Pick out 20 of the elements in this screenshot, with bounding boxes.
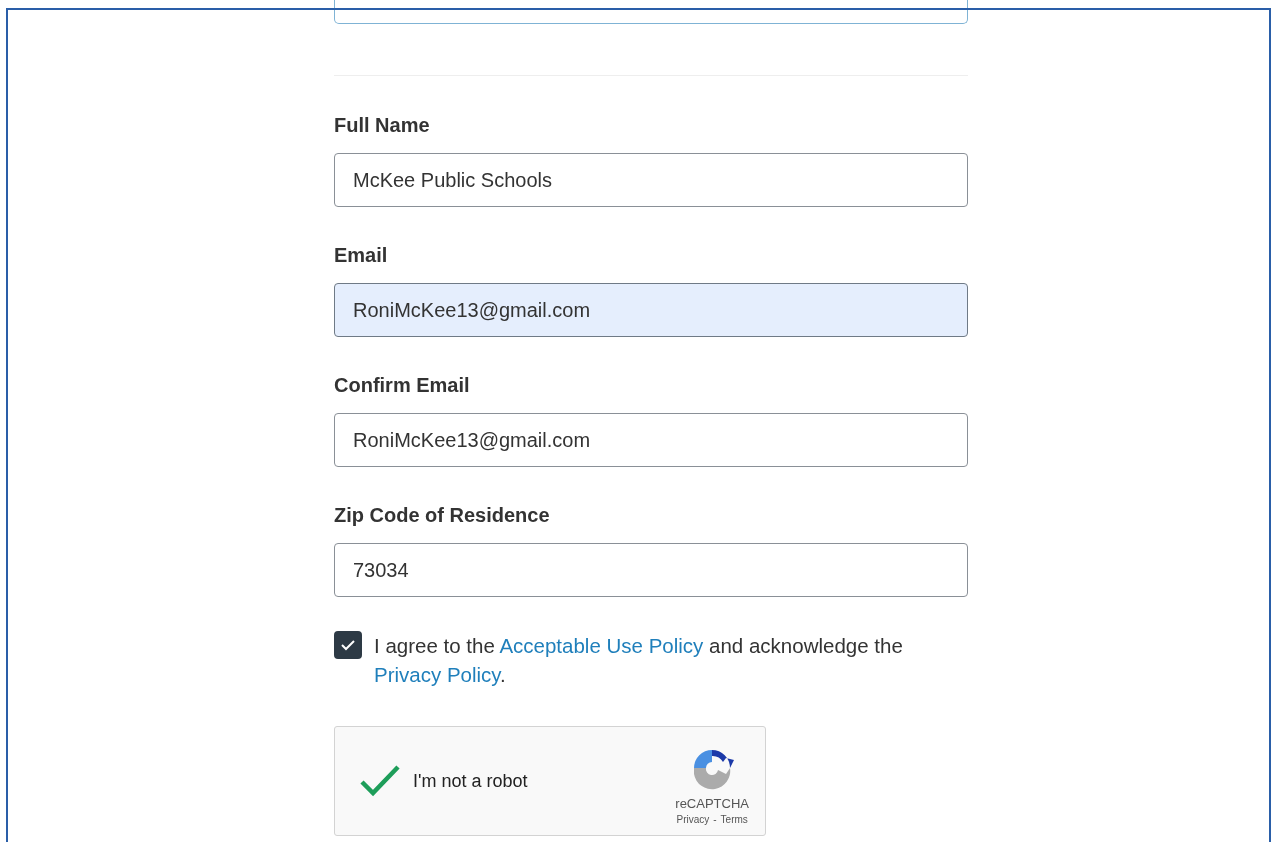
privacy-link[interactable]: Privacy [676,813,710,825]
input-field[interactable]: McKee Public Schools [334,153,968,207]
recaptcha-brand: reCAPTCHA [675,795,749,811]
agreement-text: I agree to the Acceptable Use Policy and acknowledge the Privacy Policy. [374,633,904,688]
acceptable-use-policy-link[interactable]: Acceptable Use Policy [499,634,704,657]
field-label: Confirm Email [334,373,471,397]
field-label: Zip Code of Residence [334,503,551,527]
field-label: Email [334,243,389,267]
input-field[interactable] [334,0,968,24]
agree-checkbox[interactable] [334,631,362,659]
input-field[interactable]: RoniMcKee13@gmail.com [334,413,968,467]
robot-label: I'm not a robot [413,770,529,792]
separator: - [713,813,717,825]
terms-link[interactable]: Terms [720,813,748,825]
privacy-policy-link[interactable]: Privacy Policy [374,663,501,686]
check-icon [340,639,356,651]
input-field[interactable]: 73034 [334,543,968,597]
check-icon[interactable] [359,764,401,798]
field-label: Full Name [334,113,431,137]
input-field[interactable]: RoniMcKee13@gmail.com [334,283,968,337]
